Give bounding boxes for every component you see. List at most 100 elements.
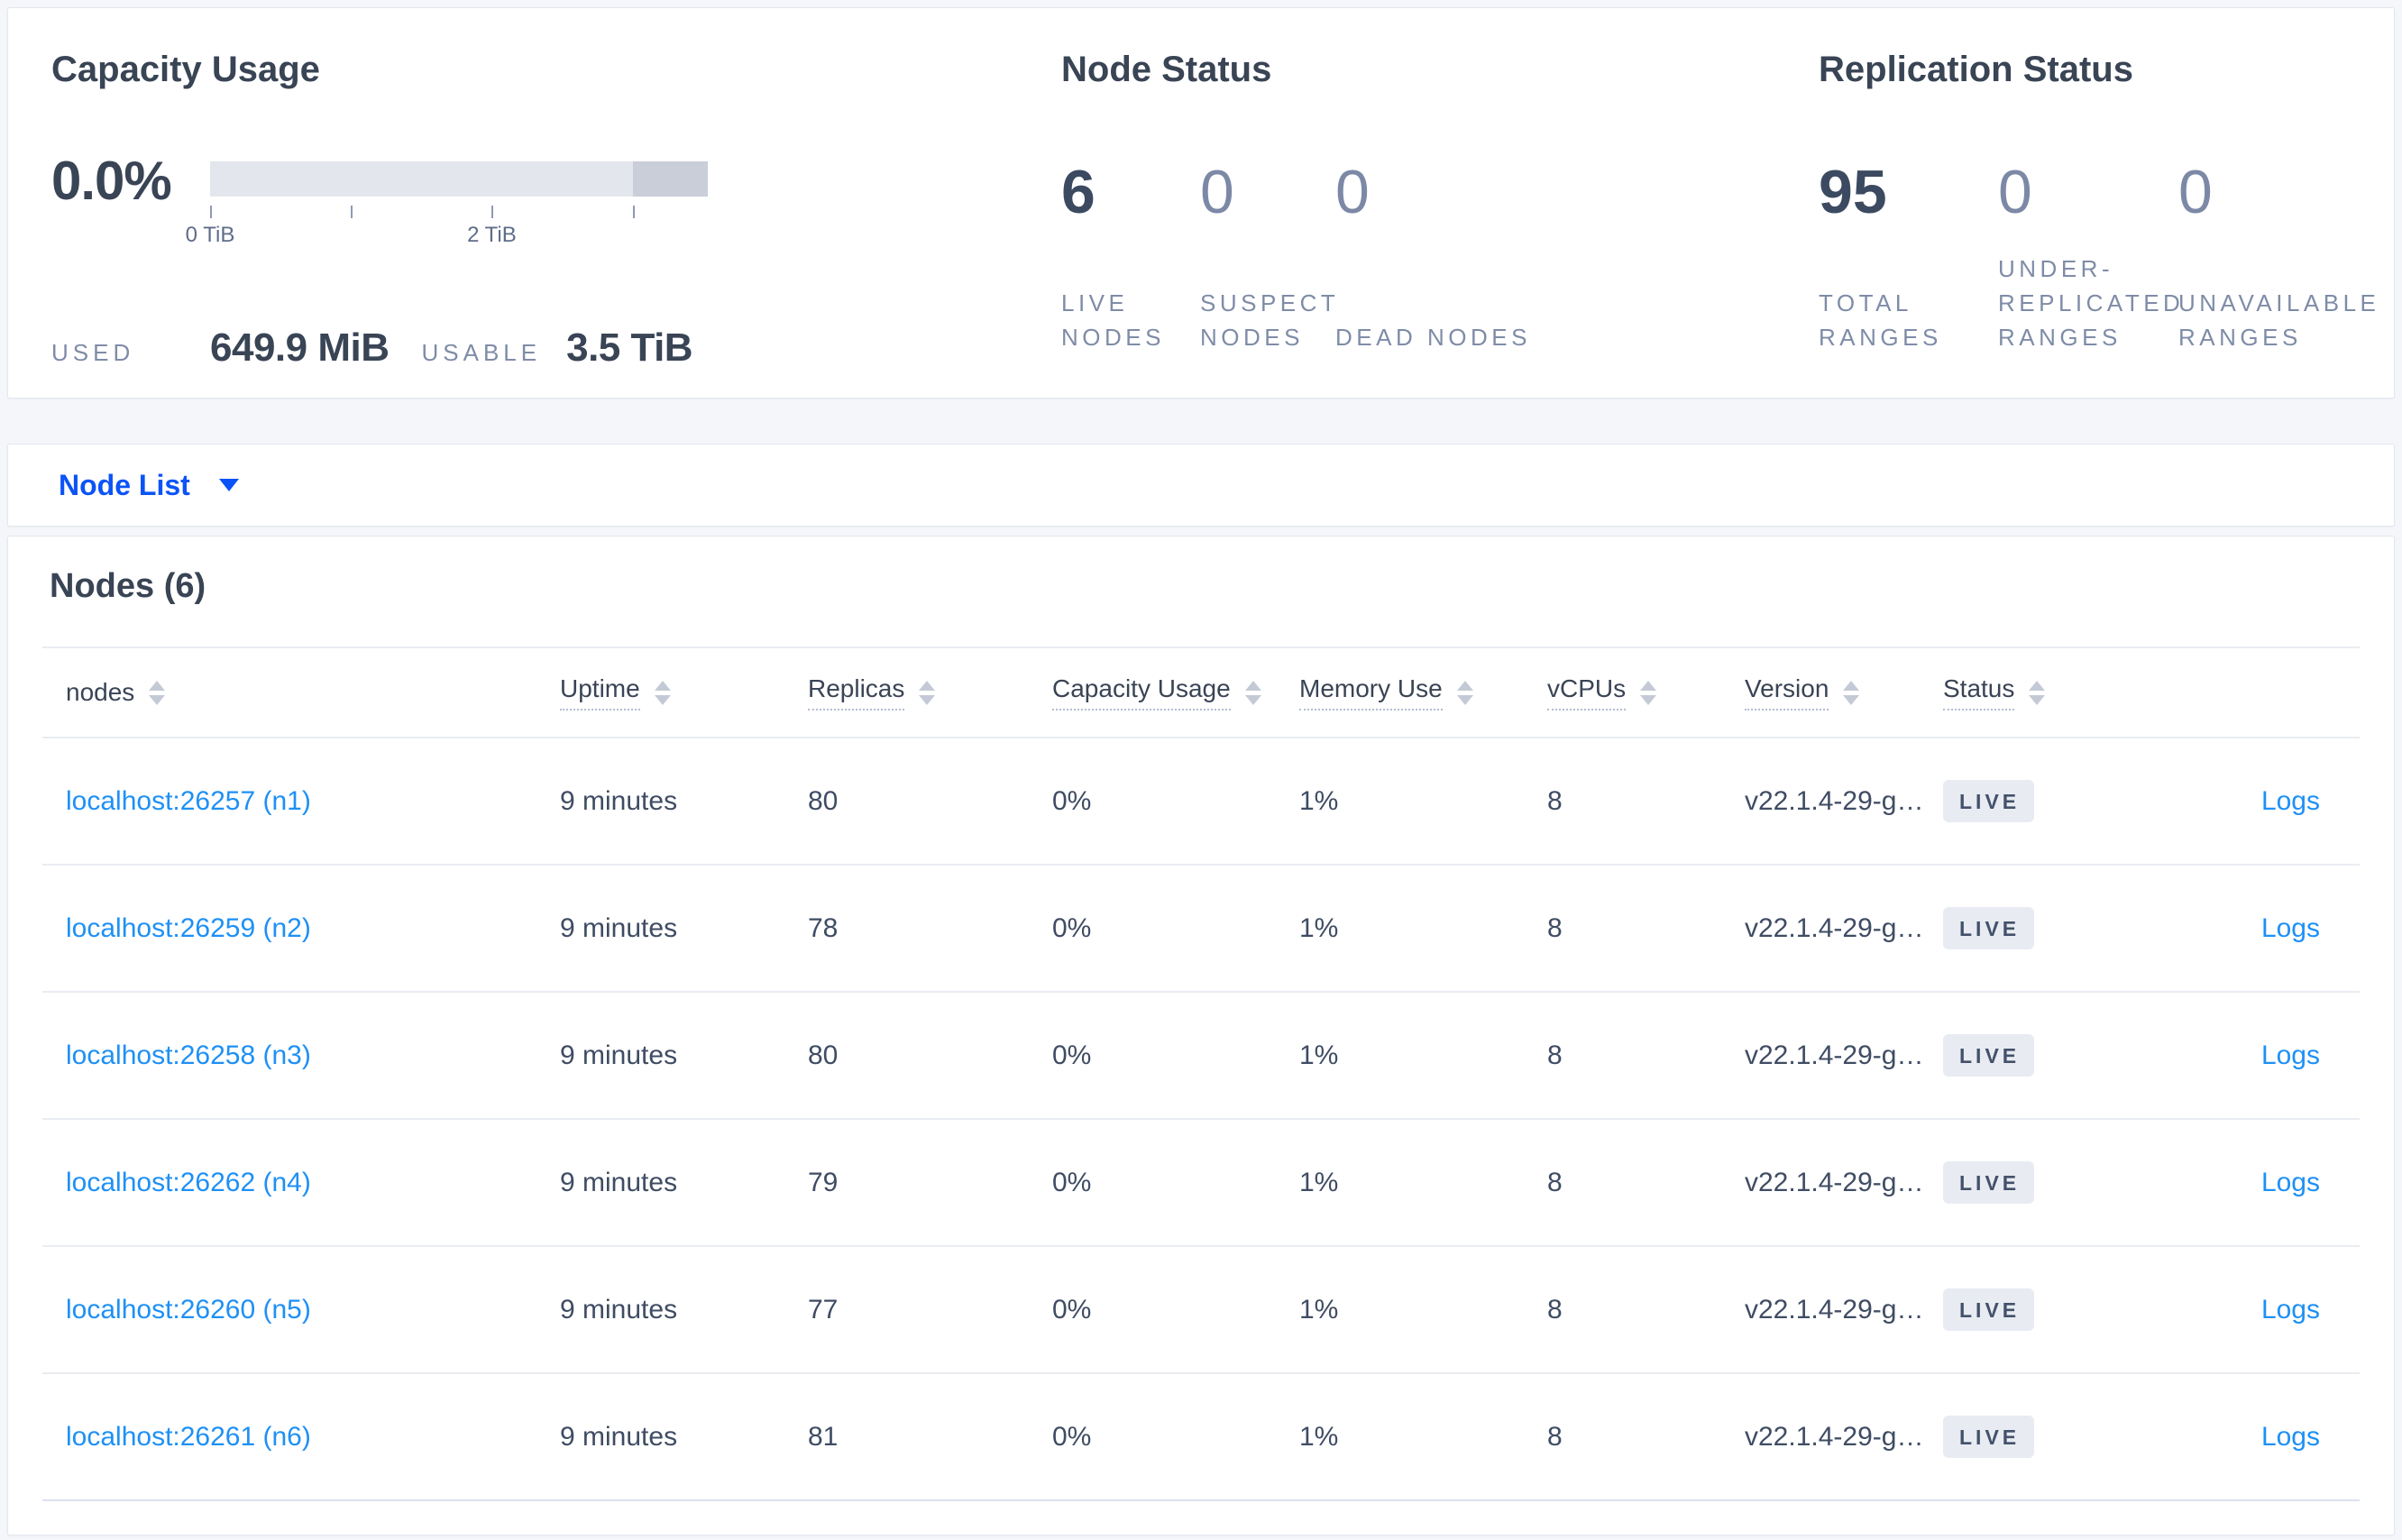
sort-icon[interactable]: [1244, 680, 1261, 705]
table-header-row: nodes Uptime Replicas Capacity Usage Mem…: [42, 648, 2360, 738]
capacity-gauge-dark-segment: [633, 161, 708, 197]
status-badge: LIVE: [1943, 1416, 2035, 1458]
capacity-gauge-bar: [210, 161, 708, 197]
status-badge: LIVE: [1943, 780, 2035, 822]
logs-link[interactable]: Logs: [2261, 1422, 2320, 1452]
version-cell: v22.1.4-29-g…: [1745, 1040, 1924, 1070]
uptime-cell: 9 minutes: [560, 1040, 678, 1070]
column-header-label: Uptime: [560, 674, 640, 702]
live-nodes-label: LIVE NODES: [1061, 289, 1165, 351]
sort-up-arrow-icon: [1843, 680, 1860, 691]
used-value: 649.9 MiB: [210, 325, 390, 370]
column-header[interactable]: vCPUs: [1547, 674, 1745, 710]
logs-link[interactable]: Logs: [2261, 786, 2320, 816]
vcpus-cell: 8: [1547, 1167, 1563, 1197]
suspect-nodes-stat: 0 SUSPECT NODES: [1200, 161, 1335, 354]
sort-down-arrow-icon: [1640, 694, 1657, 705]
sort-icon[interactable]: [1456, 680, 1473, 705]
gauge-tick-mark: [491, 206, 494, 218]
total-ranges-label: TOTAL RANGES: [1819, 289, 1942, 351]
nodes-panel: Nodes (6) nodes Uptime Replicas Capacity…: [7, 536, 2395, 1535]
table-row: localhost:26260 (n5) 9 minutes 77 0% 1% …: [42, 1247, 2360, 1374]
usable-label: USABLE: [421, 339, 542, 366]
table-row: localhost:26261 (n6) 9 minutes 81 0% 1% …: [42, 1374, 2360, 1501]
logs-link[interactable]: Logs: [2261, 1040, 2320, 1070]
capacity-usage-cell: 0%: [1052, 1421, 1092, 1452]
column-header-label: nodes: [66, 678, 135, 706]
replicas-cell: 78: [808, 912, 839, 943]
node-link[interactable]: localhost:26258 (n3): [66, 1040, 311, 1070]
dead-nodes-label: DEAD NODES: [1335, 324, 1531, 351]
capacity-usage-cell: 0%: [1052, 1040, 1092, 1070]
used-label: USED: [51, 339, 135, 366]
total-ranges-value: 95: [1819, 158, 1887, 226]
sort-icon[interactable]: [149, 680, 166, 705]
node-list-dropdown-label[interactable]: Node List: [59, 469, 190, 502]
capacity-used-percent: 0.0%: [51, 151, 172, 211]
logs-link[interactable]: Logs: [2261, 1295, 2320, 1325]
memory-use-cell: 1%: [1299, 912, 1339, 943]
sort-up-arrow-icon: [654, 680, 671, 691]
sort-icon[interactable]: [1843, 680, 1860, 705]
gauge-axis-label: 0 TiB: [185, 223, 235, 247]
replicas-cell: 80: [808, 785, 839, 816]
node-link[interactable]: localhost:26262 (n4): [66, 1168, 311, 1197]
uptime-cell: 9 minutes: [560, 912, 678, 943]
live-nodes-value: 6: [1061, 158, 1096, 226]
column-header[interactable]: Replicas: [808, 674, 1052, 710]
column-header[interactable]: Version: [1745, 674, 1943, 710]
table-row: localhost:26258 (n3) 9 minutes 80 0% 1% …: [42, 993, 2360, 1120]
logs-link[interactable]: Logs: [2261, 1168, 2320, 1197]
vcpus-cell: 8: [1547, 912, 1563, 943]
logs-link[interactable]: Logs: [2261, 913, 2320, 943]
memory-use-cell: 1%: [1299, 1294, 1339, 1325]
status-badge: LIVE: [1943, 1161, 2035, 1204]
sort-down-arrow-icon: [654, 694, 671, 705]
memory-use-cell: 1%: [1299, 1421, 1339, 1452]
capacity-usage-cell: 0%: [1052, 1294, 1092, 1325]
sort-icon[interactable]: [919, 680, 936, 705]
status-badge: LIVE: [1943, 1288, 2035, 1331]
dead-nodes-stat: 0 DEAD NODES: [1335, 161, 1819, 354]
column-header[interactable]: Status: [1943, 674, 2123, 710]
suspect-nodes-value: 0: [1200, 158, 1234, 226]
cluster-summary-card: Capacity Usage 0.0% 0 TiB 2 TiB USED 649.…: [7, 7, 2395, 399]
total-ranges-stat: 95 TOTAL RANGES: [1819, 161, 1998, 354]
version-cell: v22.1.4-29-g…: [1745, 1294, 1924, 1325]
column-header[interactable]: Memory Use: [1299, 674, 1547, 710]
node-link[interactable]: localhost:26257 (n1): [66, 786, 311, 816]
chevron-down-icon[interactable]: [218, 479, 239, 491]
sort-icon[interactable]: [1640, 680, 1657, 705]
gauge-tick-mark: [351, 206, 353, 218]
table-row: localhost:26262 (n4) 9 minutes 79 0% 1% …: [42, 1120, 2360, 1247]
status-badge: LIVE: [1943, 907, 2035, 949]
sort-up-arrow-icon: [149, 680, 166, 691]
node-link[interactable]: localhost:26261 (n6): [66, 1422, 311, 1452]
vcpus-cell: 8: [1547, 1040, 1563, 1070]
column-header-label: Capacity Usage: [1052, 674, 1231, 702]
node-list-dropdown[interactable]: Node List: [7, 444, 2395, 527]
uptime-cell: 9 minutes: [560, 1421, 678, 1452]
replicas-cell: 77: [808, 1294, 839, 1325]
version-cell: v22.1.4-29-g…: [1745, 1167, 1924, 1197]
vcpus-cell: 8: [1547, 785, 1563, 816]
memory-use-cell: 1%: [1299, 1040, 1339, 1070]
table-row: localhost:26257 (n1) 9 minutes 80 0% 1% …: [42, 738, 2360, 866]
column-header-label: Status: [1943, 674, 2015, 702]
capacity-usage-cell: 0%: [1052, 1167, 1092, 1197]
vcpus-cell: 8: [1547, 1421, 1563, 1452]
sort-icon[interactable]: [654, 680, 671, 705]
replication-status-section: Replication Status 95 TOTAL RANGES 0 UND…: [1819, 48, 2394, 398]
replicas-cell: 80: [808, 1040, 839, 1070]
node-link[interactable]: localhost:26259 (n2): [66, 913, 311, 943]
column-header-label: vCPUs: [1547, 674, 1627, 702]
column-header[interactable]: Capacity Usage: [1052, 674, 1299, 710]
gauge-axis-label: 2 TiB: [467, 223, 517, 247]
column-header[interactable]: Uptime: [560, 674, 808, 710]
live-nodes-stat: 6 LIVE NODES: [1061, 161, 1200, 354]
column-header[interactable]: nodes: [66, 679, 560, 706]
node-link[interactable]: localhost:26260 (n5): [66, 1295, 311, 1325]
table-row: localhost:26259 (n2) 9 minutes 78 0% 1% …: [42, 866, 2360, 993]
sort-up-arrow-icon: [2029, 680, 2046, 691]
sort-icon[interactable]: [2029, 680, 2046, 705]
